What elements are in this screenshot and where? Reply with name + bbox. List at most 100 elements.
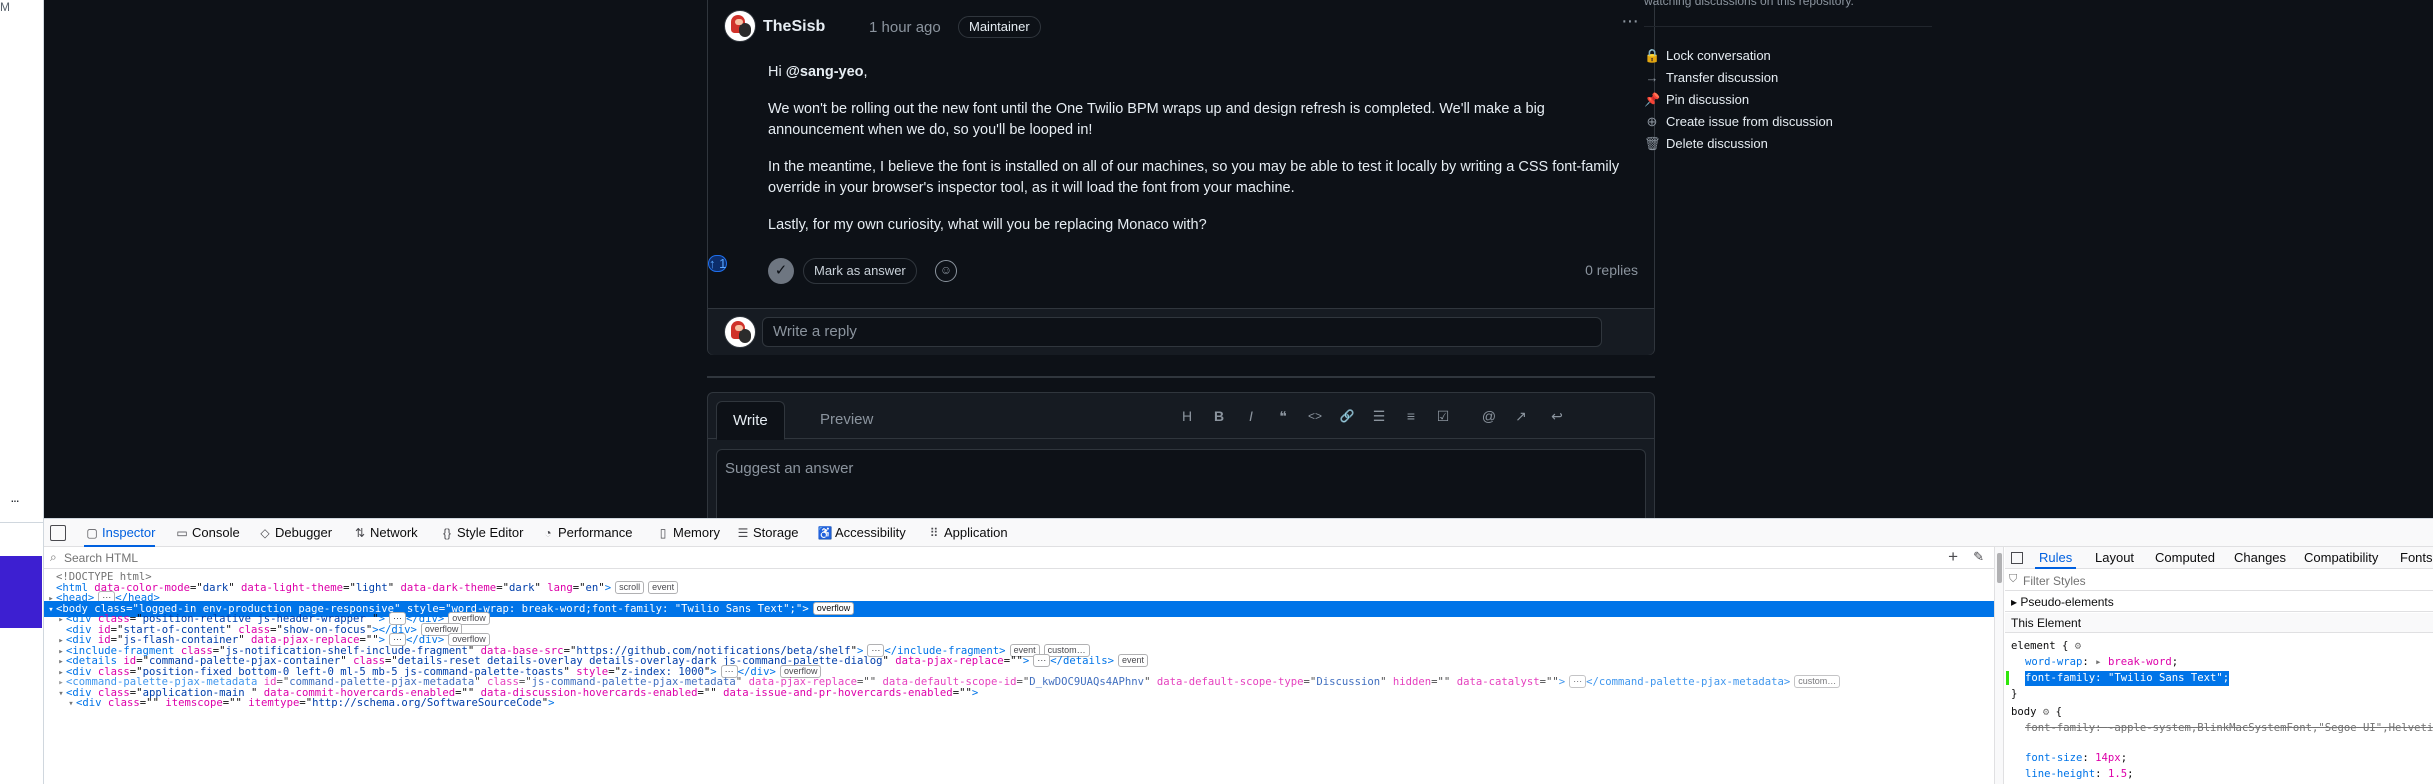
tab-label: Inspector	[102, 525, 156, 540]
css-property[interactable]: line-height	[2025, 768, 2095, 780]
tab-accessibility[interactable]: ♿ Accessibility	[817, 519, 906, 547]
kebab-menu-icon[interactable]: ···	[1621, 10, 1639, 33]
tab-layout[interactable]: Layout	[2095, 547, 2134, 569]
delete-discussion-link[interactable]: 🗑 Delete discussion	[1644, 134, 1768, 154]
greeting-prefix: Hi	[768, 64, 786, 80]
saved-replies-icon[interactable]: ↩	[1546, 405, 1568, 427]
pane-splitter[interactable]	[1994, 547, 2004, 784]
reply-row: Write a reply	[708, 308, 1654, 355]
side-item-label: Lock conversation	[1666, 48, 1771, 63]
more-icon[interactable]: ···	[10, 492, 20, 508]
performance-icon: ◔	[544, 526, 552, 540]
element-picker-icon[interactable]	[50, 525, 66, 541]
css-declaration-selected[interactable]: font-family: "Twilio Sans Text";	[2025, 671, 2230, 686]
strip-background	[0, 628, 42, 784]
pin-discussion-link[interactable]: 📌 Pin discussion	[1644, 90, 1749, 110]
tab-style-editor[interactable]: {} Style Editor	[439, 519, 524, 547]
tab-debugger[interactable]: ◇ Debugger	[257, 519, 332, 547]
tab-label: Console	[192, 525, 240, 540]
tab-inspector[interactable]: ▢ Inspector	[84, 519, 156, 547]
tab-computed[interactable]: Computed	[2155, 547, 2215, 569]
markup-node[interactable]: ▾ <div class="" itemscope="" itemtype="ht…	[44, 695, 1994, 711]
storage-icon: ☰	[737, 526, 749, 540]
css-property[interactable]: font-size	[2025, 752, 2082, 764]
heading-icon[interactable]: H	[1176, 405, 1198, 427]
suggest-answer-input[interactable]: Suggest an answer	[716, 449, 1646, 518]
css-value[interactable]: break-word	[2108, 656, 2172, 668]
tab-write[interactable]: Write	[716, 401, 785, 440]
reply-input[interactable]: Write a reply	[762, 317, 1602, 347]
splitter-handle[interactable]	[1997, 553, 2002, 583]
arrow-up-icon: ↑	[709, 256, 716, 271]
tab-memory[interactable]: ▯ Memory	[655, 519, 720, 547]
tab-network[interactable]: ⇅ Network	[352, 519, 418, 547]
code-icon[interactable]: <>	[1304, 405, 1326, 427]
css-property[interactable]: word-wrap	[2025, 656, 2082, 668]
unordered-list-icon[interactable]: ☰	[1368, 405, 1390, 427]
tab-rules[interactable]: Rules	[2034, 547, 2077, 569]
avatar[interactable]	[724, 316, 756, 348]
css-declaration[interactable]: font-size: 14px;	[2025, 751, 2127, 766]
greeting-suffix: ,	[863, 64, 868, 80]
search-html-input[interactable]: Search HTML	[64, 551, 138, 565]
css-value[interactable]: 14px	[2095, 752, 2121, 764]
add-node-icon[interactable]: +	[1948, 547, 1958, 567]
tab-label: Application	[944, 525, 1008, 540]
tab-preview[interactable]: Preview	[808, 401, 885, 439]
css-declaration[interactable]: line-height: 1.5;	[2025, 767, 2133, 782]
filter-styles-bar[interactable]: ⛉ Filter Styles	[2005, 569, 2433, 591]
quote-icon[interactable]: ❝	[1272, 405, 1294, 427]
gear-icon[interactable]: ⚙	[2075, 640, 2081, 652]
pseudo-elements-toggle[interactable]: ▸ Pseudo-elements	[2005, 592, 2433, 612]
transfer-discussion-link[interactable]: → Transfer discussion	[1644, 68, 1779, 88]
lock-conversation-link[interactable]: 🔒 Lock conversation	[1644, 46, 1771, 66]
upvote-button[interactable]: ↑ 1	[708, 255, 728, 272]
css-value[interactable]: 1.5	[2108, 768, 2127, 780]
rules-tabbar: Rules Layout Computed Changes Compatibil…	[2005, 547, 2433, 569]
tab-label: Debugger	[275, 525, 333, 540]
create-issue-link[interactable]: ⊕ Create issue from discussion	[1644, 112, 1833, 132]
bold-icon[interactable]: B	[1208, 405, 1230, 427]
element-rule-selector: element { ⚙	[2011, 639, 2081, 654]
css-value[interactable]: -apple-system,BlinkMacSystemFont,"Segoe …	[2108, 722, 2433, 734]
eyedropper-icon[interactable]: ✎	[1973, 549, 1984, 565]
italic-icon[interactable]: I	[1240, 405, 1262, 427]
filter-styles-input[interactable]: Filter Styles	[2023, 574, 2086, 588]
tab-compatibility[interactable]: Compatibility	[2304, 547, 2378, 569]
maintainer-badge: Maintainer	[958, 16, 1041, 38]
ordered-list-icon[interactable]: ≡	[1400, 405, 1422, 427]
toggle-sidebar-icon[interactable]	[2011, 552, 2023, 564]
cross-reference-icon[interactable]: ↗	[1510, 405, 1532, 427]
markup-tree: <!DOCTYPE html> <html data-color-mode="da…	[44, 569, 1994, 784]
accent-block	[0, 556, 42, 628]
mark-as-answer-button[interactable]: Mark as answer	[803, 258, 917, 284]
accessibility-icon: ♿	[817, 526, 833, 540]
smiley-icon[interactable]: ☺	[935, 260, 957, 282]
tab-changes[interactable]: Changes	[2234, 547, 2286, 569]
user-mention[interactable]: @sang-yeo	[786, 64, 864, 80]
comment-timestamp[interactable]: 1 hour ago	[869, 19, 941, 36]
debugger-icon: ◇	[260, 526, 270, 540]
tab-storage[interactable]: ☰ Storage	[735, 519, 799, 547]
tab-fonts[interactable]: Fonts	[2400, 547, 2433, 569]
application-icon: ⠿	[929, 526, 939, 540]
link-icon[interactable]: 🔗	[1336, 405, 1358, 427]
answer-editor: Write Preview H B I ❝ <> 🔗 ☰ ≡ ☑ @ ↗ ↩ S…	[707, 392, 1655, 518]
css-property[interactable]: font-family	[2025, 722, 2095, 734]
gear-icon[interactable]: ⚙	[2043, 706, 2049, 718]
tab-performance[interactable]: ◔ Performance	[540, 519, 632, 547]
css-value[interactable]: "Twilio Sans Text"	[2108, 672, 2223, 684]
tab-label: Style Editor	[457, 525, 524, 540]
task-list-icon[interactable]: ☑	[1432, 405, 1454, 427]
mention-icon[interactable]: @	[1478, 405, 1500, 427]
css-property[interactable]: font-family	[2025, 672, 2095, 684]
css-declaration-overridden[interactable]: font-family: -apple-system,BlinkMacSyste…	[2025, 721, 2433, 736]
console-icon: ▭	[176, 526, 188, 540]
tab-console[interactable]: ▭ Console	[174, 519, 240, 547]
css-declaration[interactable]: word-wrap: ▸ break-word;	[2025, 655, 2178, 670]
html-search-bar[interactable]: ⌕ Search HTML + ✎	[44, 547, 1994, 569]
check-circle-icon[interactable]: ✓	[768, 258, 794, 284]
avatar[interactable]	[724, 10, 756, 42]
tab-application[interactable]: ⠿ Application	[926, 519, 1008, 547]
comment-author[interactable]: TheSisb	[763, 18, 825, 36]
